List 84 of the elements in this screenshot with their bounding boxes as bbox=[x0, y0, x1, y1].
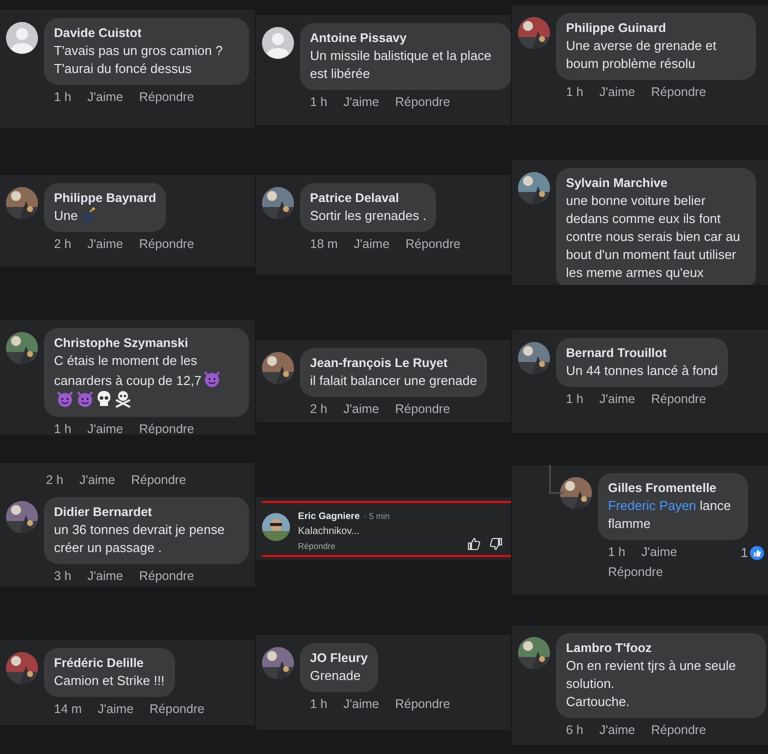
author-name[interactable]: Frédéric Delille bbox=[54, 654, 165, 672]
default-avatar-icon[interactable] bbox=[6, 22, 38, 54]
like-link[interactable]: J'aime bbox=[343, 93, 380, 111]
comment-text: Une averse de grenade et boum problème résolu bbox=[566, 38, 716, 71]
like-link[interactable]: J'aime bbox=[87, 88, 124, 106]
comment-text: un 36 tonnes devrait je pense créer un passage . bbox=[54, 522, 225, 555]
comment-age: · 5 min bbox=[364, 511, 390, 521]
author-name[interactable]: Bernard Trouillot bbox=[566, 344, 718, 362]
author-name[interactable]: Patrice Delaval bbox=[310, 189, 426, 207]
comment-time: 2 h bbox=[310, 401, 328, 418]
author-name[interactable]: Gilles Fromentelle bbox=[608, 479, 738, 497]
reply-link[interactable]: Répondre bbox=[395, 695, 450, 713]
author-name[interactable]: Lambro T'fooz bbox=[566, 639, 756, 657]
comment-time: 1 h bbox=[54, 89, 72, 106]
reply-link[interactable]: Répondre bbox=[608, 563, 663, 581]
devil-face-icon bbox=[56, 390, 74, 408]
comment-time: 18 m bbox=[310, 236, 338, 253]
comment-time: 1 h bbox=[310, 696, 328, 713]
like-link[interactable]: J'aime bbox=[599, 721, 636, 739]
reply-link[interactable]: Répondre bbox=[298, 541, 459, 551]
author-name[interactable]: Sylvain Marchive bbox=[566, 174, 746, 192]
like-link[interactable]: J'aime bbox=[79, 471, 116, 489]
like-link[interactable]: J'aime bbox=[343, 695, 380, 713]
like-link[interactable]: J'aime bbox=[343, 400, 380, 418]
comment-time: 6 h bbox=[566, 722, 584, 739]
comment-text: Un missile balistique et la place est libérée bbox=[310, 48, 492, 81]
author-name[interactable]: Christophe Szymanski bbox=[54, 334, 239, 352]
author-name[interactable]: Davide Cuistot bbox=[54, 24, 239, 42]
comment-text: Grenade bbox=[310, 668, 361, 683]
comment-text: il falait balancer une grenade bbox=[310, 373, 477, 388]
author-name[interactable]: Antoine Pissavy bbox=[310, 29, 501, 47]
comment-time: 1 h bbox=[310, 94, 328, 111]
thumbs-up-icon[interactable] bbox=[467, 537, 481, 551]
author-name[interactable]: Jean-françois Le Ruyet bbox=[310, 354, 477, 372]
reply-link[interactable]: Répondre bbox=[651, 390, 706, 408]
like-link[interactable]: J'aime bbox=[87, 567, 124, 585]
like-link[interactable]: J'aime bbox=[599, 83, 636, 101]
skull-icon bbox=[96, 390, 112, 408]
like-link[interactable]: J'aime bbox=[87, 235, 124, 253]
reply-link[interactable]: Répondre bbox=[150, 700, 204, 718]
reply-link[interactable]: Répondre bbox=[139, 88, 194, 106]
author-name[interactable]: Eric Gagniere bbox=[298, 511, 360, 522]
bomb-icon bbox=[80, 207, 96, 223]
reply-link[interactable]: Répondre bbox=[139, 235, 194, 253]
comment-time: 14 m bbox=[54, 701, 82, 718]
like-link[interactable]: J'aime bbox=[599, 390, 636, 408]
default-avatar-icon[interactable] bbox=[262, 27, 294, 59]
like-link[interactable]: J'aime bbox=[641, 543, 678, 561]
author-name[interactable]: Philippe Guinard bbox=[566, 19, 746, 37]
reply-link[interactable]: Répondre bbox=[395, 400, 450, 418]
comment-text: T'avais pas un gros camion ? T'aurai du foncé dessus bbox=[54, 43, 223, 76]
skull-crossbones-icon bbox=[114, 390, 132, 408]
like-link[interactable]: J'aime bbox=[98, 700, 134, 718]
reply-link[interactable]: Répondre bbox=[406, 235, 460, 253]
thumbs-down-icon[interactable] bbox=[489, 537, 503, 551]
comment-text: une bonne voiture belier dedans comme eux ils font contre nous serais bien car au bout d'un moment faut utiliser les meme armes qu'eux bbox=[566, 193, 740, 280]
reply-link[interactable]: Répondre bbox=[651, 721, 706, 739]
comment-time: 2 h bbox=[54, 236, 72, 253]
comment-text: Sortir les grenades . bbox=[310, 208, 426, 223]
like-link[interactable]: J'aime bbox=[87, 420, 124, 435]
reply-link[interactable]: Répondre bbox=[651, 83, 706, 101]
comment-text: Une bbox=[54, 208, 78, 223]
reply-link[interactable]: Répondre bbox=[131, 471, 186, 489]
comment-time: 2 h bbox=[46, 472, 64, 489]
reply-link[interactable]: Répondre bbox=[139, 567, 194, 585]
comment-text: Kalachnikov... bbox=[298, 526, 361, 537]
like-link[interactable]: J'aime bbox=[354, 235, 390, 253]
comment-time: 1 h bbox=[608, 544, 626, 561]
author-name[interactable]: Philippe Baynard bbox=[54, 189, 156, 207]
comment-time: 1 h bbox=[566, 84, 584, 101]
comment-text: Camion et Strike !!! bbox=[54, 673, 165, 688]
reply-link[interactable]: Répondre bbox=[395, 93, 450, 111]
comment-text: Un 44 tonnes lancé à fond bbox=[566, 363, 718, 378]
comment-text: Frederic Payen lance flamme bbox=[608, 498, 731, 531]
comment-time: 3 h bbox=[54, 568, 72, 585]
devil-face-icon bbox=[203, 370, 222, 388]
author-name[interactable]: Didier Bernardet bbox=[54, 503, 239, 521]
comment-time: 1 h bbox=[54, 421, 72, 435]
mention-link[interactable]: Frederic Payen bbox=[608, 498, 696, 513]
comment-text: On en revient tjrs à une seule solution. Cartouche. bbox=[566, 658, 736, 709]
author-name[interactable]: JO Fleury bbox=[310, 649, 368, 667]
comment-time: 1 h bbox=[566, 391, 584, 408]
devil-face-icon bbox=[76, 390, 94, 408]
comment-text: C étais le moment de les canarders à coup de 12,7 bbox=[54, 353, 202, 388]
